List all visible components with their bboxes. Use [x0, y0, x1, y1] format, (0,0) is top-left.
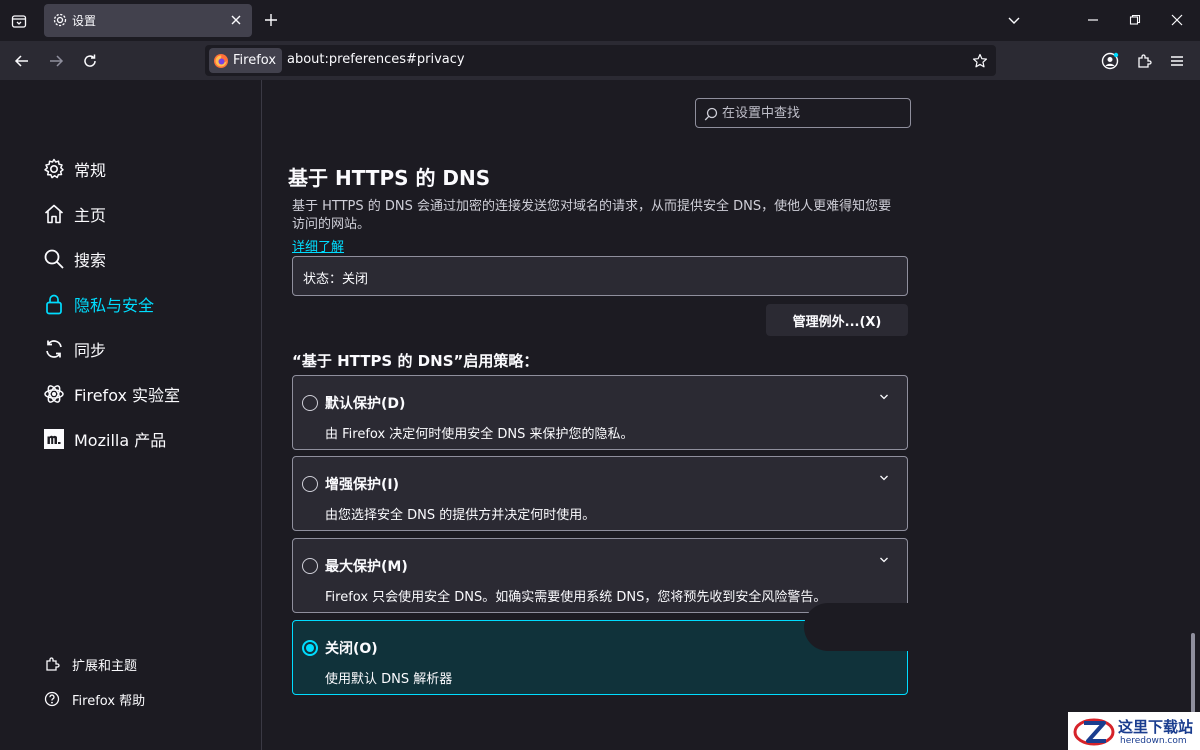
sidebar-item-labs[interactable]: Firefox 实验室	[42, 380, 180, 408]
sidebar-item-label: 同步	[74, 341, 107, 360]
home-icon	[42, 202, 66, 226]
scrollbar-thumb[interactable]	[1191, 633, 1195, 713]
sidebar-item-mozilla[interactable]: Mozilla 产品	[42, 425, 166, 453]
sidebar-footer-label: Firefox 帮助	[72, 693, 146, 709]
dns-option-max[interactable]: 最大保护(M) Firefox 只会使用安全 DNS。如确实需要使用系统 DNS…	[292, 538, 908, 613]
back-arrow-icon[interactable]	[10, 49, 34, 73]
watermark-title: 这里下载站	[1118, 718, 1194, 736]
identity-label: Firefox	[233, 53, 277, 68]
sidebar-item-sync[interactable]: 同步	[42, 335, 106, 363]
option-description: Firefox 只会使用安全 DNS。如确实需要使用系统 DNS，您将预先收到安…	[325, 590, 827, 605]
navigation-toolbar: Firefox about:preferences#privacy	[0, 41, 1200, 80]
flask-icon	[42, 382, 66, 406]
reload-icon[interactable]	[78, 49, 102, 73]
option-description: 使用默认 DNS 解析器	[325, 672, 453, 687]
sidebar-item-label: 主页	[74, 206, 107, 225]
tab-title: 设置	[72, 14, 97, 28]
settings-search-box[interactable]	[695, 98, 911, 128]
option-description: 由 Firefox 决定何时使用安全 DNS 来保护您的隐私。	[325, 427, 634, 442]
sidebar-item-label: 常规	[74, 161, 107, 180]
search-input[interactable]	[722, 103, 902, 123]
sidebar-item-label: Firefox 实验室	[74, 386, 181, 405]
search-icon	[704, 106, 718, 121]
star-icon[interactable]	[970, 51, 990, 71]
radio-button[interactable]	[302, 558, 318, 574]
sidebar-footer-label: 扩展和主题	[72, 658, 138, 674]
close-icon[interactable]	[228, 12, 244, 28]
sidebar-item-label: 隐私与安全	[74, 296, 155, 315]
watermark-site: heredown.com	[1120, 736, 1187, 746]
sidebar-footer-addons[interactable]: 扩展和主题	[44, 654, 137, 674]
watermark-logo-icon	[1073, 718, 1115, 746]
new-tab-icon[interactable]	[261, 10, 281, 30]
minimize-icon[interactable]	[1083, 10, 1103, 30]
sync-icon	[42, 337, 66, 361]
watermark: 这里下载站 heredown.com	[1068, 712, 1200, 750]
url-bar[interactable]: Firefox about:preferences#privacy	[205, 45, 996, 76]
tab-settings[interactable]: 设置	[44, 4, 252, 37]
learn-more-link[interactable]: 详细了解	[292, 236, 344, 255]
extensions-icon[interactable]	[1132, 49, 1156, 73]
policy-title: “基于 HTTPS 的 DNS”启用策略：	[292, 352, 539, 370]
account-icon[interactable]	[1098, 49, 1122, 73]
gear-icon	[52, 12, 68, 28]
sidebar-footer-help[interactable]: Firefox 帮助	[44, 689, 145, 709]
gear-icon	[42, 157, 66, 181]
search-icon	[42, 247, 66, 271]
option-label: 默认保护(D)	[325, 396, 406, 412]
tab-list-icon[interactable]	[6, 8, 32, 34]
chevron-down-icon[interactable]	[1004, 10, 1024, 30]
menu-icon[interactable]	[1165, 49, 1189, 73]
identity-box[interactable]: Firefox	[209, 48, 283, 73]
option-label: 增强保护(I)	[325, 477, 400, 493]
sidebar-item-label: Mozilla 产品	[74, 431, 167, 450]
category-sidebar: 常规 主页 搜索 隐私与安全 同步 Firefox 实验室 Mozilla 产品…	[0, 80, 262, 750]
option-label: 关闭(O)	[325, 641, 378, 657]
sidebar-item-label: 搜索	[74, 251, 107, 270]
forward-arrow-icon[interactable]	[44, 49, 68, 73]
radio-button[interactable]	[302, 395, 318, 411]
dns-status-text: 状态：关闭	[303, 272, 369, 287]
sidebar-item-general[interactable]: 常规	[42, 155, 106, 183]
firefox-logo-icon	[214, 53, 228, 68]
sidebar-item-privacy[interactable]: 隐私与安全	[42, 290, 154, 318]
chevron-down-icon[interactable]	[877, 553, 891, 567]
dns-description: 基于 HTTPS 的 DNS 会通过加密的连接发送您对域名的请求，从而提供安全 …	[292, 199, 892, 232]
lock-icon	[42, 292, 66, 316]
window-close-icon[interactable]	[1167, 10, 1187, 30]
mozilla-icon	[42, 427, 66, 451]
dns-status-box: 状态：关闭	[292, 256, 908, 296]
option-label: 最大保护(M)	[325, 559, 408, 575]
tab-strip: 设置	[0, 0, 1200, 41]
url-text[interactable]: about:preferences#privacy	[287, 52, 465, 67]
sidebar-item-search[interactable]: 搜索	[42, 245, 106, 273]
option-description: 由您选择安全 DNS 的提供方并决定何时使用。	[325, 508, 596, 523]
help-icon	[44, 691, 60, 707]
dns-option-default[interactable]: 默认保护(D) 由 Firefox 决定何时使用安全 DNS 来保护您的隐私。	[292, 375, 908, 450]
radio-button[interactable]	[302, 476, 318, 492]
chevron-down-icon[interactable]	[877, 390, 891, 404]
dns-option-increased[interactable]: 增强保护(I) 由您选择安全 DNS 的提供方并决定何时使用。	[292, 456, 908, 531]
chevron-down-icon[interactable]	[877, 471, 891, 485]
floating-overlay	[804, 603, 914, 651]
sidebar-item-home[interactable]: 主页	[42, 200, 106, 228]
puzzle-icon	[44, 656, 60, 672]
restore-icon[interactable]	[1125, 10, 1145, 30]
radio-button-selected[interactable]	[302, 640, 318, 656]
manage-exceptions-button[interactable]: 管理例外...(X)	[766, 304, 908, 336]
dns-heading: 基于 HTTPS 的 DNS	[288, 166, 491, 190]
